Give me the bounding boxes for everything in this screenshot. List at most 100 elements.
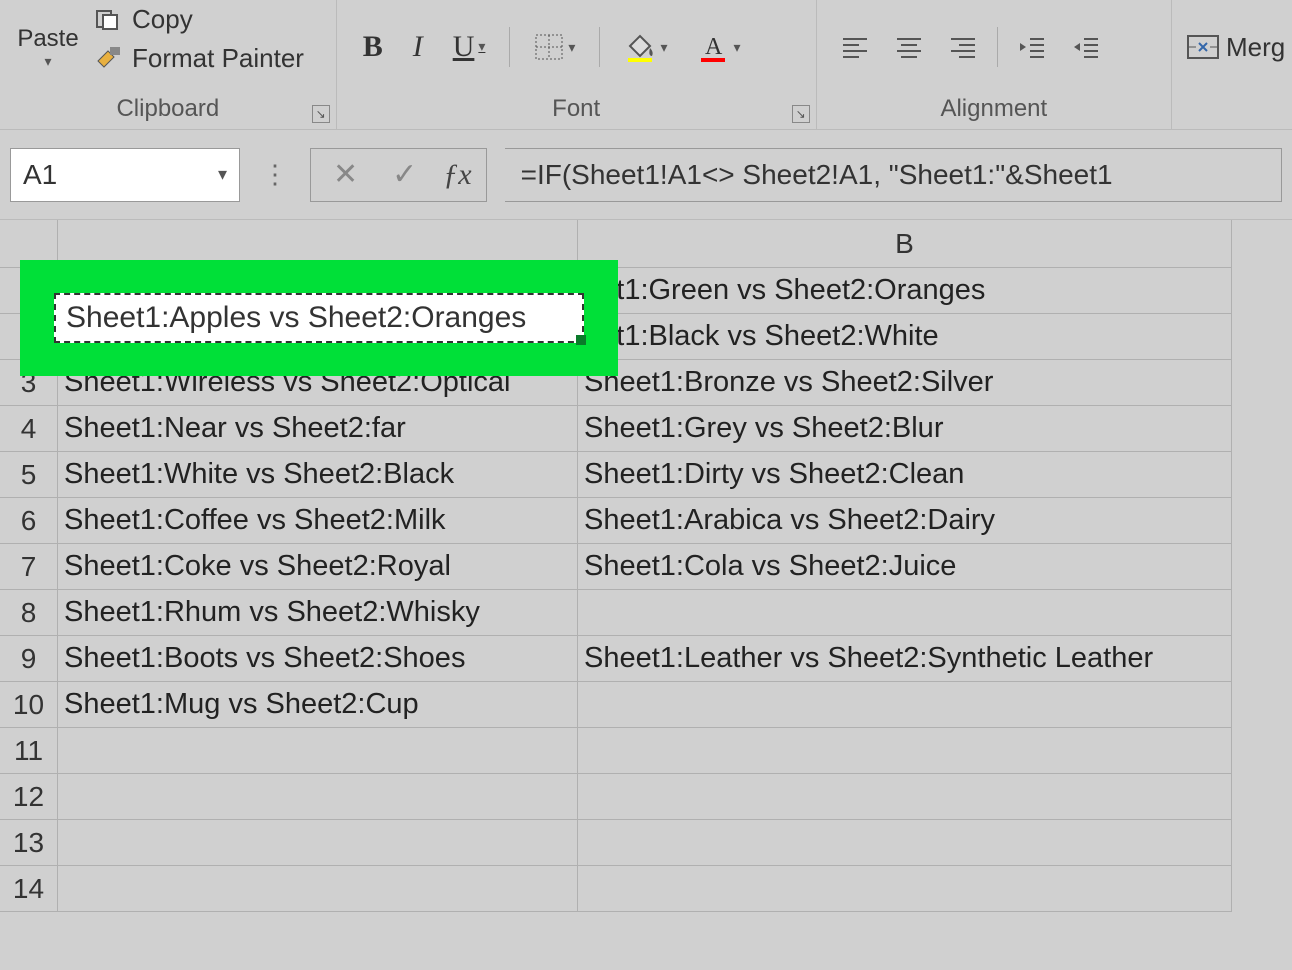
decrease-indent-icon — [1018, 35, 1046, 59]
font-color-icon: A — [697, 32, 729, 62]
merge-label: Merg — [1226, 32, 1285, 63]
column-header[interactable]: B — [578, 220, 1232, 268]
row-header[interactable]: 9 — [0, 636, 58, 682]
increase-indent-icon — [1072, 35, 1100, 59]
paste-button[interactable]: Paste ▾ — [8, 2, 88, 92]
cell[interactable] — [58, 820, 578, 866]
row-header[interactable]: 6 — [0, 498, 58, 544]
cell[interactable] — [578, 774, 1232, 820]
cell[interactable]: Sheet1:Mug vs Sheet2:Cup — [58, 682, 578, 728]
merge-icon — [1186, 34, 1220, 60]
align-left-button[interactable] — [835, 31, 875, 63]
align-right-button[interactable] — [943, 31, 983, 63]
align-right-icon — [949, 35, 977, 59]
italic-label: I — [413, 30, 423, 64]
cell[interactable]: Sheet1:Near vs Sheet2:far — [58, 406, 578, 452]
row-header[interactable]: 13 — [0, 820, 58, 866]
underline-button[interactable]: U▾ — [447, 26, 492, 68]
cell[interactable] — [58, 728, 578, 774]
cell[interactable]: Sheet1:Coffee vs Sheet2:Milk — [58, 498, 578, 544]
underline-label: U — [453, 30, 475, 64]
chevron-down-icon: ▾ — [733, 39, 740, 56]
merge-button[interactable]: Merg — [1180, 28, 1291, 67]
clipboard-group-label: Clipboard — [8, 95, 328, 125]
cell[interactable]: Sheet1:Bronze vs Sheet2:Silver — [578, 360, 1232, 406]
font-group-label: Font — [345, 95, 808, 125]
italic-button[interactable]: I — [407, 26, 429, 68]
name-box-value: A1 — [23, 159, 57, 191]
cell[interactable]: Sheet1:Grey vs Sheet2:Blur — [578, 406, 1232, 452]
chevron-down-icon: ▾ — [478, 39, 485, 56]
separator — [509, 27, 510, 67]
active-cell-value: Sheet1:Apples vs Sheet2:Oranges — [66, 301, 526, 335]
row-header[interactable]: 12 — [0, 774, 58, 820]
cell[interactable] — [578, 590, 1232, 636]
paintbrush-icon — [94, 47, 122, 71]
more-icon[interactable]: ⋮ — [258, 159, 292, 190]
row-header[interactable]: 11 — [0, 728, 58, 774]
cell[interactable] — [578, 866, 1232, 912]
font-color-button[interactable]: A ▾ — [691, 28, 746, 66]
increase-indent-button[interactable] — [1066, 31, 1106, 63]
cell[interactable] — [578, 820, 1232, 866]
merge-group: Merg — [1172, 0, 1292, 129]
chevron-down-icon: ▾ — [44, 53, 51, 70]
align-center-button[interactable] — [889, 31, 929, 63]
formula-bar: A1 ▾ ⋮ ✕ ✓ ƒx =IF(Sheet1!A1<> Sheet2!A1,… — [0, 130, 1292, 220]
font-dialog-launcher[interactable]: ↘ — [792, 105, 810, 123]
font-group: B I U▾ ▾ ▾ A ▾ Font ↘ — [337, 0, 817, 129]
active-cell[interactable]: Sheet1:Apples vs Sheet2:Oranges — [54, 293, 584, 343]
row-header[interactable]: 4 — [0, 406, 58, 452]
formula-text: =IF(Sheet1!A1<> Sheet2!A1, "Sheet1:"&She… — [521, 159, 1113, 191]
paint-bucket-icon — [624, 32, 656, 62]
row-header[interactable]: 8 — [0, 590, 58, 636]
separator — [599, 27, 600, 67]
bold-label: B — [363, 30, 383, 64]
copy-label: Copy — [132, 4, 193, 35]
format-painter-button[interactable]: Format Painter — [88, 41, 310, 76]
ribbon: Paste ▾ Copy Format Painter Clipboar — [0, 0, 1292, 130]
bold-button[interactable]: B — [357, 26, 389, 68]
cell[interactable]: Sheet1:Coke vs Sheet2:Royal — [58, 544, 578, 590]
decrease-indent-button[interactable] — [1012, 31, 1052, 63]
align-left-icon — [841, 35, 869, 59]
cell[interactable]: eet1:Green vs Sheet2:Oranges — [578, 268, 1232, 314]
cell[interactable]: Sheet1:White vs Sheet2:Black — [58, 452, 578, 498]
row-header[interactable]: 5 — [0, 452, 58, 498]
clipboard-dialog-launcher[interactable]: ↘ — [312, 105, 330, 123]
merge-spacer — [1180, 95, 1284, 125]
name-box[interactable]: A1 ▾ — [10, 148, 240, 202]
cell[interactable] — [58, 866, 578, 912]
chevron-down-icon: ▾ — [660, 39, 667, 56]
borders-icon — [534, 33, 564, 61]
row-header[interactable]: 7 — [0, 544, 58, 590]
cell[interactable]: eet1:Black vs Sheet2:White — [578, 314, 1232, 360]
cell[interactable]: Sheet1:Leather vs Sheet2:Synthetic Leath… — [578, 636, 1232, 682]
fill-color-button[interactable]: ▾ — [618, 28, 673, 66]
cancel-button[interactable]: ✕ — [325, 157, 366, 192]
align-center-icon — [895, 35, 923, 59]
cell[interactable]: Sheet1:Rhum vs Sheet2:Whisky — [58, 590, 578, 636]
alignment-group-label: Alignment — [825, 95, 1163, 125]
copy-button[interactable]: Copy — [88, 2, 310, 37]
grid-area: B Sheet1:Apples vs Sheet2:Oranges eet1:Gre… — [0, 220, 1292, 912]
fx-icon[interactable]: ƒx — [443, 158, 471, 192]
copy-icon — [94, 8, 122, 32]
cell[interactable]: Sheet1:Cola vs Sheet2:Juice — [578, 544, 1232, 590]
fill-handle[interactable] — [576, 335, 586, 345]
paste-label: Paste — [17, 25, 78, 53]
enter-button[interactable]: ✓ — [384, 157, 425, 192]
cell[interactable]: Sheet1:Dirty vs Sheet2:Clean — [578, 452, 1232, 498]
row-header[interactable]: 10 — [0, 682, 58, 728]
formula-input[interactable]: =IF(Sheet1!A1<> Sheet2!A1, "Sheet1:"&She… — [505, 148, 1282, 202]
selection-highlight: Sheet1:Apples vs Sheet2:Oranges — [20, 260, 618, 376]
cell[interactable] — [58, 774, 578, 820]
row-header[interactable]: 14 — [0, 866, 58, 912]
cell[interactable]: Sheet1:Boots vs Sheet2:Shoes — [58, 636, 578, 682]
cell[interactable] — [578, 728, 1232, 774]
cell[interactable] — [578, 682, 1232, 728]
cell[interactable]: Sheet1:Arabica vs Sheet2:Dairy — [578, 498, 1232, 544]
borders-button[interactable]: ▾ — [528, 29, 581, 65]
chevron-down-icon: ▾ — [218, 164, 227, 185]
formula-controls: ✕ ✓ ƒx — [310, 148, 487, 202]
